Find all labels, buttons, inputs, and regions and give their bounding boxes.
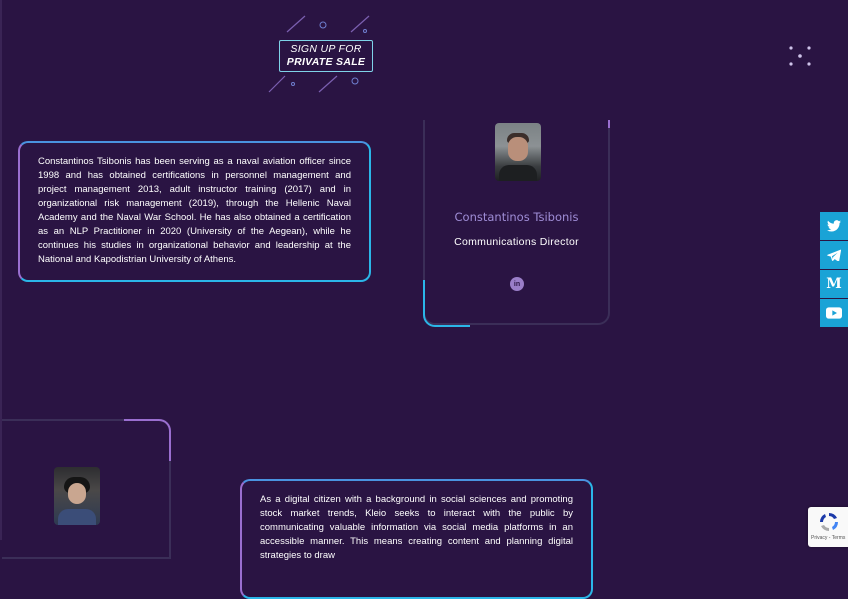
- member-name: Constantinos Tsibonis: [454, 210, 579, 224]
- bio-text: Constantinos Tsibonis has been serving a…: [38, 156, 351, 265]
- signup-line2: PRIVATE SALE: [286, 56, 366, 68]
- youtube-icon[interactable]: [820, 299, 848, 327]
- profile-card-constantinos: Constantinos Tsibonis Communications Dir…: [423, 120, 610, 327]
- signup-line1: SIGN UP FOR: [290, 43, 362, 55]
- social-sidebar: M: [820, 212, 848, 328]
- bio-card-constantinos: Constantinos Tsibonis has been serving a…: [18, 141, 371, 282]
- linkedin-icon[interactable]: in: [510, 277, 524, 291]
- card-accent: [608, 120, 610, 128]
- telegram-icon[interactable]: [820, 241, 848, 269]
- signup-private-sale-button[interactable]: SIGN UP FOR PRIVATE SALE: [279, 40, 373, 72]
- bio-card-kleio: As a digital citizen with a background i…: [240, 479, 593, 599]
- avatar: [54, 467, 100, 525]
- bio-text: As a digital citizen with a background i…: [260, 494, 573, 561]
- recaptcha-icon: [820, 513, 838, 531]
- card-accent: [124, 419, 171, 461]
- recaptcha-links[interactable]: Privacy - Terms: [811, 535, 845, 541]
- signup-badge: SIGN UP FOR PRIVATE SALE: [265, 14, 385, 94]
- profile-card-kleio: [2, 419, 171, 559]
- recaptcha-badge[interactable]: Privacy - Terms: [808, 507, 848, 547]
- card-accent: [423, 280, 470, 327]
- twitter-icon[interactable]: [820, 212, 848, 240]
- menu-icon[interactable]: [785, 44, 815, 68]
- medium-icon[interactable]: M: [820, 270, 848, 298]
- member-role: Communications Director: [454, 236, 579, 248]
- avatar: [495, 123, 541, 181]
